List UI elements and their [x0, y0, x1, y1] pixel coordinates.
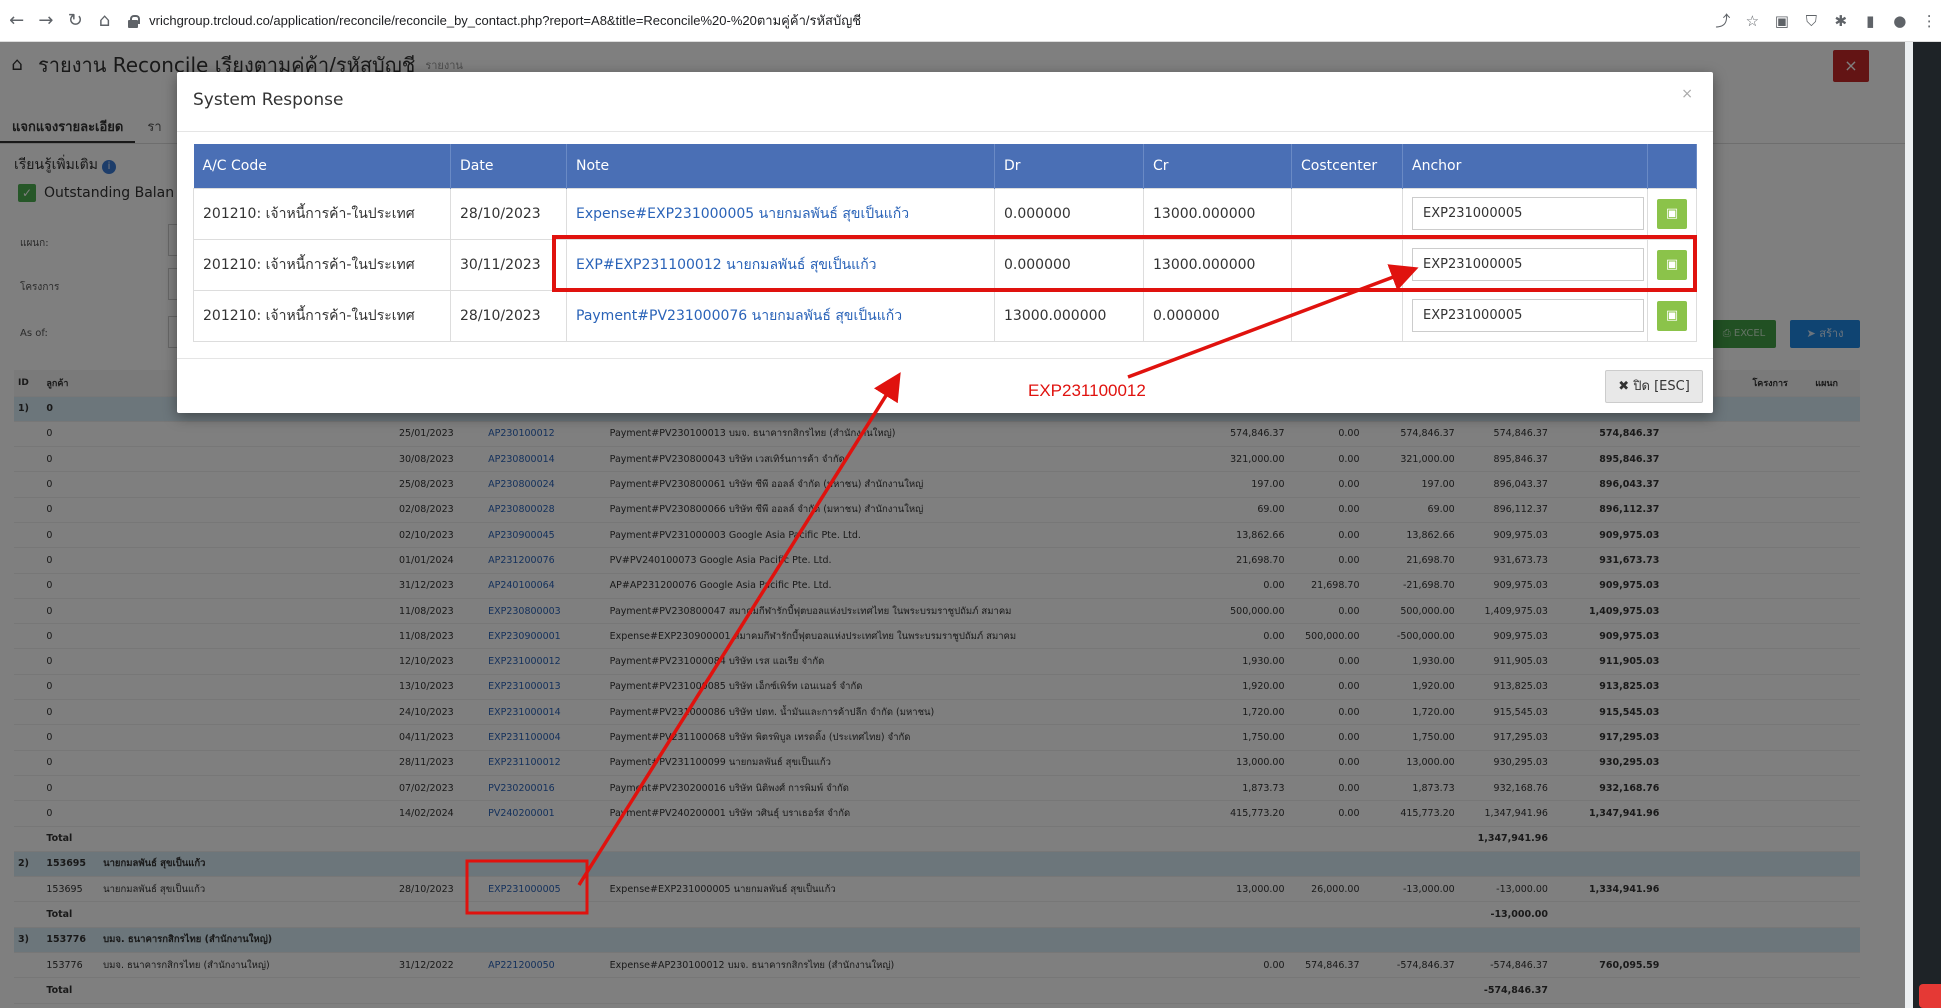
- home-icon[interactable]: ⌂: [92, 7, 117, 35]
- modal-note-link[interactable]: Payment#PV231000076 นายกมลพันธ์ สุขเป็นแ…: [566, 289, 995, 342]
- shield-extension-icon[interactable]: ⛉: [1800, 8, 1823, 34]
- bookmark-star-icon[interactable]: ☆: [1741, 8, 1764, 34]
- modal-anchor-cell: EXP231000005: [1402, 238, 1648, 291]
- modal-cr: 0.000000: [1143, 289, 1292, 342]
- modal-col-header: Cr: [1143, 144, 1292, 188]
- modal-date: 30/11/2023: [450, 238, 567, 291]
- close-esc-button[interactable]: ✖ ปิด [ESC]: [1605, 370, 1703, 403]
- modal-costcenter: [1291, 187, 1403, 240]
- modal-row: 201210: เจ้าหนี้การค้า-ในประเทศ 28/10/202…: [193, 187, 1697, 240]
- modal-cr: 13000.000000: [1143, 238, 1292, 291]
- modal-ac-code: 201210: เจ้าหนี้การค้า-ในประเทศ: [193, 187, 451, 240]
- anchor-input[interactable]: EXP231000005: [1412, 248, 1644, 281]
- modal-dr: 0.000000: [994, 238, 1144, 291]
- modal-col-header: Date: [450, 144, 567, 188]
- system-response-modal: System Response × A/C Code Date Note Dr Cr Co…: [177, 72, 1713, 413]
- modal-save-cell: ▣: [1647, 187, 1697, 240]
- desktop-widget: [1919, 984, 1941, 1008]
- save-icon[interactable]: ▣: [1657, 198, 1687, 229]
- modal-anchor-cell: EXP231000005: [1402, 187, 1648, 240]
- save-icon[interactable]: ▣: [1657, 300, 1687, 331]
- modal-note-link[interactable]: Expense#EXP231000005 นายกมลพันธ์ สุขเป็น…: [566, 187, 995, 240]
- modal-col-header: A/C Code: [193, 144, 451, 188]
- url-text: vrichgroup.trcloud.co/application/reconc…: [149, 13, 862, 28]
- modal-cr: 13000.000000: [1143, 187, 1292, 240]
- modal-footer: ✖ ปิด [ESC]: [177, 358, 1713, 413]
- modal-save-cell: ▣: [1647, 238, 1697, 291]
- modal-row: 201210: เจ้าหนี้การค้า-ในประเทศ 28/10/202…: [193, 289, 1697, 342]
- annotation-label: EXP231100012: [1028, 381, 1146, 400]
- modal-table: A/C Code Date Note Dr Cr Costcenter Anchor 201…: [193, 144, 1697, 342]
- modal-col-header: Costcenter: [1291, 144, 1403, 188]
- modal-header: System Response ×: [177, 72, 1713, 132]
- modal-anchor-cell: EXP231000005: [1402, 289, 1648, 342]
- modal-col-header: [1647, 144, 1697, 188]
- anchor-input[interactable]: EXP231000005: [1412, 299, 1644, 332]
- close-esc-label: ปิด [ESC]: [1633, 379, 1690, 394]
- share-icon[interactable]: ⤴: [1711, 8, 1734, 34]
- modal-col-header: Anchor: [1402, 144, 1648, 188]
- modal-row: 201210: เจ้าหนี้การค้า-ในประเทศ 30/11/202…: [193, 238, 1697, 291]
- extension-icon[interactable]: ▣: [1770, 8, 1793, 34]
- modal-col-header: Note: [566, 144, 995, 188]
- modal-ac-code: 201210: เจ้าหนี้การค้า-ในประเทศ: [193, 238, 451, 291]
- browser-toolbar: ← → ↻ ⌂ vrichgroup.trcloud.co/applicatio…: [0, 0, 1941, 42]
- modal-title: System Response: [193, 90, 344, 110]
- modal-col-header: Dr: [994, 144, 1144, 188]
- modal-close-icon[interactable]: ×: [1681, 86, 1693, 102]
- menu-kebab-icon[interactable]: ⋮: [1918, 8, 1941, 34]
- forward-icon[interactable]: →: [33, 7, 58, 35]
- anchor-input[interactable]: EXP231000005: [1412, 197, 1644, 230]
- desktop-background: [1905, 42, 1941, 1008]
- modal-ac-code: 201210: เจ้าหนี้การค้า-ในประเทศ: [193, 289, 451, 342]
- side-panel-icon[interactable]: ▮: [1859, 8, 1882, 34]
- profile-avatar-icon[interactable]: ●: [1888, 8, 1911, 34]
- reload-icon[interactable]: ↻: [63, 7, 88, 35]
- modal-date: 28/10/2023: [450, 289, 567, 342]
- scrollbar-track[interactable]: [1905, 42, 1913, 1008]
- address-bar[interactable]: vrichgroup.trcloud.co/application/reconc…: [125, 7, 1705, 35]
- lock-icon: [125, 13, 141, 29]
- modal-note-link[interactable]: EXP#EXP231100012 นายกมลพันธ์ สุขเป็นแก้ว: [566, 238, 995, 291]
- puzzle-icon[interactable]: ✱: [1829, 8, 1852, 34]
- modal-header-row: A/C Code Date Note Dr Cr Costcenter Anchor: [193, 144, 1697, 188]
- back-icon[interactable]: ←: [4, 7, 29, 35]
- modal-costcenter: [1291, 238, 1403, 291]
- modal-dr: 13000.000000: [994, 289, 1144, 342]
- modal-save-cell: ▣: [1647, 289, 1697, 342]
- modal-costcenter: [1291, 289, 1403, 342]
- modal-dr: 0.000000: [994, 187, 1144, 240]
- modal-date: 28/10/2023: [450, 187, 567, 240]
- save-icon[interactable]: ▣: [1657, 249, 1687, 280]
